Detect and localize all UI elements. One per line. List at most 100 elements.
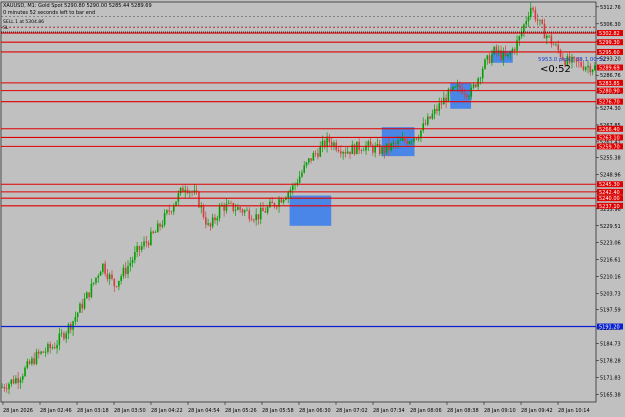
candle-body bbox=[129, 262, 132, 267]
candle-body bbox=[72, 321, 74, 330]
chart-window[interactable]: 5312.765306.305299.655293.205286.765280.… bbox=[0, 0, 625, 417]
candle-body bbox=[104, 263, 106, 274]
x-tick-label: 28 Jan 05:58 bbox=[262, 408, 294, 414]
x-tick-label: 28 Jan 07:02 bbox=[336, 408, 368, 414]
level-price-tag: 5266.40 bbox=[599, 127, 620, 133]
candle-body bbox=[81, 303, 84, 309]
candle-body bbox=[207, 223, 209, 225]
candle-body bbox=[282, 199, 285, 203]
candle-body bbox=[545, 35, 548, 39]
candle-body bbox=[216, 218, 219, 221]
candle-body bbox=[319, 146, 322, 157]
candle-body bbox=[108, 274, 111, 280]
candle-body bbox=[47, 343, 49, 352]
candle-body bbox=[344, 152, 347, 154]
x-tick-label: 28 Jan 02:46 bbox=[40, 408, 72, 414]
candle-body bbox=[392, 143, 395, 144]
candle-body bbox=[449, 89, 452, 90]
y-tick-label: 5255.38 bbox=[600, 156, 621, 162]
candle-body bbox=[385, 143, 388, 153]
candle-body bbox=[92, 282, 95, 284]
candle-body bbox=[552, 44, 555, 45]
candle-body bbox=[399, 140, 402, 142]
candle-body bbox=[253, 220, 255, 221]
candle-body bbox=[8, 383, 10, 390]
candle-body bbox=[520, 31, 523, 37]
candle-body bbox=[408, 141, 411, 144]
candle-body bbox=[150, 231, 152, 245]
candle-body bbox=[102, 263, 104, 272]
candle-body bbox=[378, 144, 381, 155]
candle-body bbox=[401, 138, 404, 141]
candle-body bbox=[198, 192, 200, 208]
y-tick-label: 5312.76 bbox=[600, 5, 621, 11]
candle-body bbox=[502, 51, 505, 60]
candle-body bbox=[470, 87, 473, 97]
candle-body bbox=[99, 271, 102, 276]
level-price-tag: 5240.00 bbox=[599, 196, 620, 202]
candle-body bbox=[40, 351, 42, 354]
candle-body bbox=[202, 205, 205, 218]
candle-body bbox=[26, 361, 29, 368]
level-price-tag: 5245.30 bbox=[599, 182, 620, 188]
candle-body bbox=[209, 223, 212, 227]
x-tick-label: 28 Jan 04:54 bbox=[188, 408, 220, 414]
candle-body bbox=[53, 347, 56, 349]
candle-body bbox=[152, 231, 154, 233]
candle-body bbox=[417, 138, 420, 140]
candle-body bbox=[76, 312, 79, 318]
candle-body bbox=[51, 347, 54, 349]
candle-body bbox=[594, 65, 596, 70]
candle-body bbox=[138, 246, 141, 250]
candle-body bbox=[291, 185, 294, 190]
candle-body bbox=[548, 35, 550, 37]
candle-body bbox=[163, 213, 166, 225]
candle-body bbox=[239, 207, 241, 210]
bar-countdown: <0:52 bbox=[540, 64, 571, 75]
candle-body bbox=[214, 217, 216, 221]
candle-body bbox=[237, 207, 239, 211]
level-price-tag: 5276.70 bbox=[599, 100, 620, 106]
level-price-tag: 5263.10 bbox=[599, 135, 620, 141]
candle-body bbox=[218, 206, 221, 219]
sell-order-label: SELL 1 at 5304.86 bbox=[3, 20, 44, 25]
candle-body bbox=[493, 46, 495, 54]
candle-body bbox=[436, 108, 438, 111]
candle-body bbox=[243, 210, 246, 213]
candle-body bbox=[257, 214, 260, 220]
y-tick-label: 5306.30 bbox=[600, 22, 621, 28]
candle-body bbox=[172, 206, 175, 212]
candle-body bbox=[440, 103, 443, 105]
candle-body bbox=[303, 165, 306, 173]
candle-body bbox=[582, 66, 585, 70]
x-tick-label: 28 Jan 03:18 bbox=[77, 408, 109, 414]
candle-body bbox=[147, 242, 150, 245]
x-tick-label: 28 Jan 10:14 bbox=[558, 408, 590, 414]
candle-body bbox=[317, 153, 319, 157]
candle-body bbox=[122, 267, 125, 277]
x-tick-label: 28 Jan 07:34 bbox=[373, 408, 405, 414]
candle-body bbox=[362, 150, 365, 152]
candle-body bbox=[241, 209, 244, 213]
candle-body bbox=[17, 378, 19, 383]
candle-body bbox=[12, 379, 15, 384]
level-price-tag: 5237.10 bbox=[599, 204, 620, 210]
candle-body bbox=[463, 93, 466, 95]
candle-body bbox=[456, 84, 459, 87]
candle-body bbox=[136, 246, 138, 252]
candle-body bbox=[559, 50, 562, 57]
candle-body bbox=[532, 7, 534, 10]
candle-body bbox=[56, 344, 58, 349]
price-chart[interactable]: 5312.765306.305299.655293.205286.765280.… bbox=[0, 0, 625, 417]
candle-body bbox=[305, 162, 308, 166]
candle-body bbox=[589, 65, 592, 73]
candle-body bbox=[3, 386, 6, 389]
candle-body bbox=[410, 141, 413, 143]
candle-body bbox=[454, 86, 457, 88]
candle-body bbox=[37, 351, 40, 354]
candle-body bbox=[326, 136, 328, 148]
level-price-tag: 5259.70 bbox=[599, 144, 620, 150]
x-tick-label: 28 Jan 04:22 bbox=[151, 408, 183, 414]
x-tick-label: 28 Jan 08:06 bbox=[410, 408, 442, 414]
candle-body bbox=[443, 97, 445, 105]
